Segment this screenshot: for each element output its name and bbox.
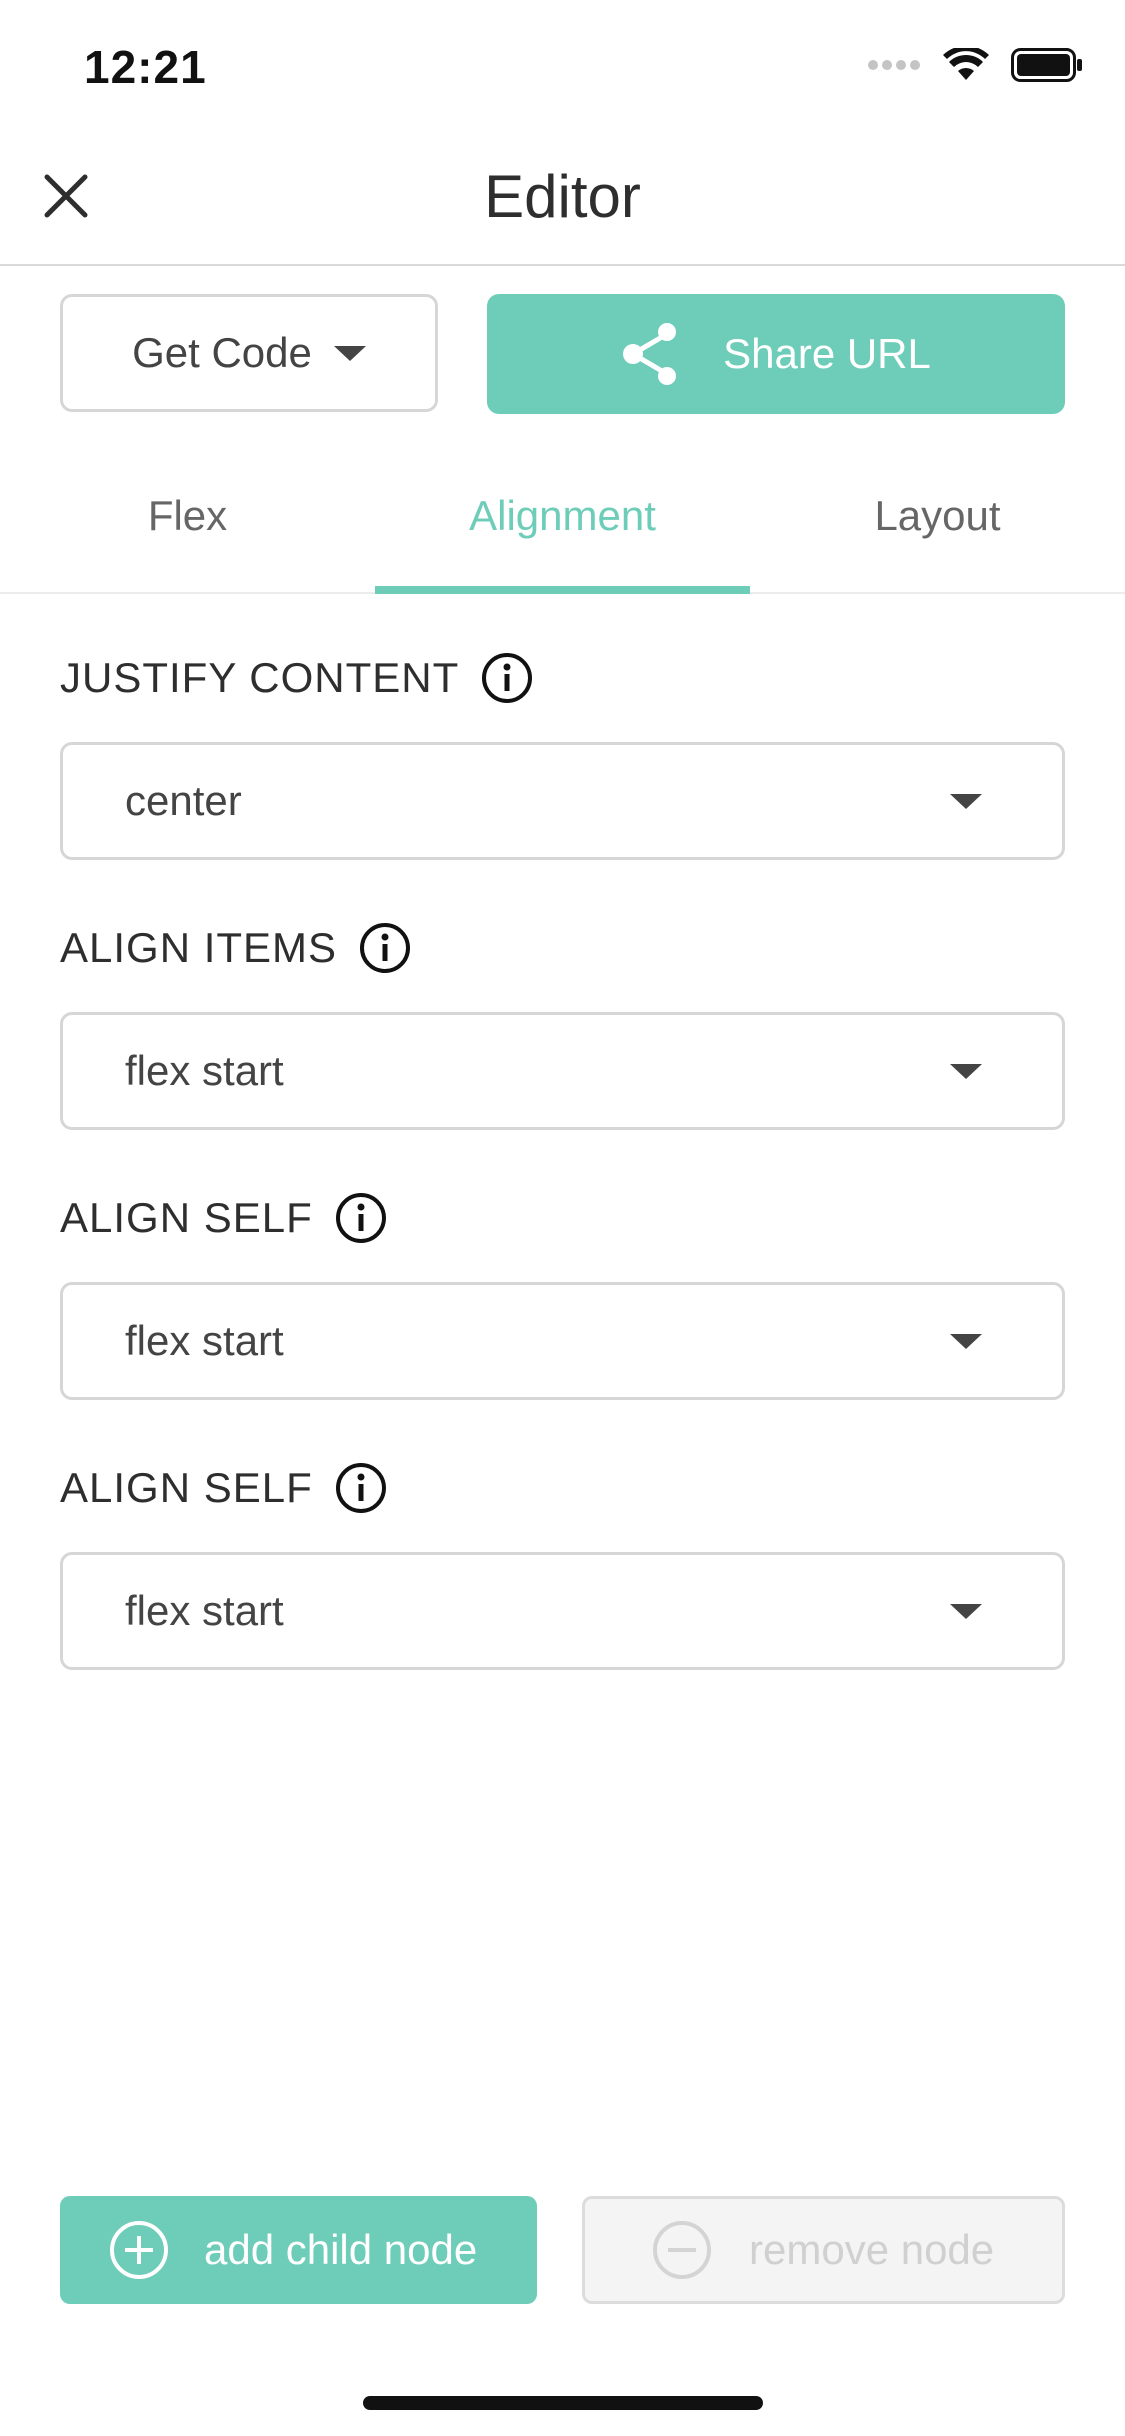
tab-label: Layout <box>874 492 1001 539</box>
align-self-label-row: ALIGN SELF <box>60 1462 387 1514</box>
share-url-button[interactable]: Share URL <box>487 294 1065 414</box>
select-value: flex start <box>125 1317 284 1364</box>
home-indicator[interactable] <box>363 2396 763 2410</box>
chevron-down-icon <box>333 345 366 361</box>
field-label: JUSTIFY CONTENT <box>60 654 460 701</box>
align-self-select[interactable]: flex start <box>60 1282 1065 1400</box>
select-value: flex start <box>125 1587 284 1634</box>
select-value: flex start <box>125 1047 284 1094</box>
get-code-label: Get Code <box>132 329 312 376</box>
add-child-node-label: add child node <box>204 2226 478 2273</box>
tab-alignment[interactable]: Alignment <box>375 460 750 594</box>
chevron-down-icon <box>950 1063 982 1079</box>
minus-circle-icon <box>653 2221 711 2279</box>
wifi-icon <box>943 48 989 80</box>
get-code-button[interactable]: Get Code <box>60 294 438 412</box>
info-icon[interactable] <box>481 652 533 704</box>
battery-icon <box>1011 48 1082 82</box>
tab-flex[interactable]: Flex <box>0 460 375 592</box>
page-title: Editor <box>484 163 641 230</box>
status-icons <box>867 48 1083 82</box>
remove-node-button[interactable]: remove node <box>582 2196 1065 2304</box>
info-icon[interactable] <box>359 922 411 974</box>
info-icon[interactable] <box>335 1462 387 1514</box>
align-self-label-row: ALIGN SELF <box>60 1192 387 1244</box>
active-tab-indicator <box>375 586 750 594</box>
tab-label: Flex <box>147 492 228 539</box>
field-label: ALIGN SELF <box>60 1464 313 1511</box>
remove-node-label: remove node <box>749 2226 995 2273</box>
field-label: ALIGN ITEMS <box>60 924 338 971</box>
status-time: 12:21 <box>84 41 207 93</box>
header: Editor <box>0 140 1125 266</box>
signal-icon <box>868 60 920 70</box>
tab-label: Alignment <box>469 492 656 539</box>
tab-layout[interactable]: Layout <box>750 460 1125 592</box>
plus-circle-icon <box>110 2221 168 2279</box>
chevron-down-icon <box>950 1333 982 1349</box>
chevron-down-icon <box>950 1603 982 1619</box>
info-icon[interactable] <box>335 1192 387 1244</box>
select-value: center <box>125 777 242 824</box>
share-icon <box>623 323 677 385</box>
justify-content-label-row: JUSTIFY CONTENT <box>60 652 533 704</box>
align-items-select[interactable]: flex start <box>60 1012 1065 1130</box>
field-label: ALIGN SELF <box>60 1194 313 1241</box>
chevron-down-icon <box>950 793 982 809</box>
add-child-node-button[interactable]: add child node <box>60 2196 537 2304</box>
align-self-select[interactable]: flex start <box>60 1552 1065 1670</box>
justify-content-select[interactable]: center <box>60 742 1065 860</box>
tab-bar: Flex Alignment Layout <box>0 460 1125 594</box>
align-items-label-row: ALIGN ITEMS <box>60 922 411 974</box>
share-url-label: Share URL <box>723 330 931 377</box>
